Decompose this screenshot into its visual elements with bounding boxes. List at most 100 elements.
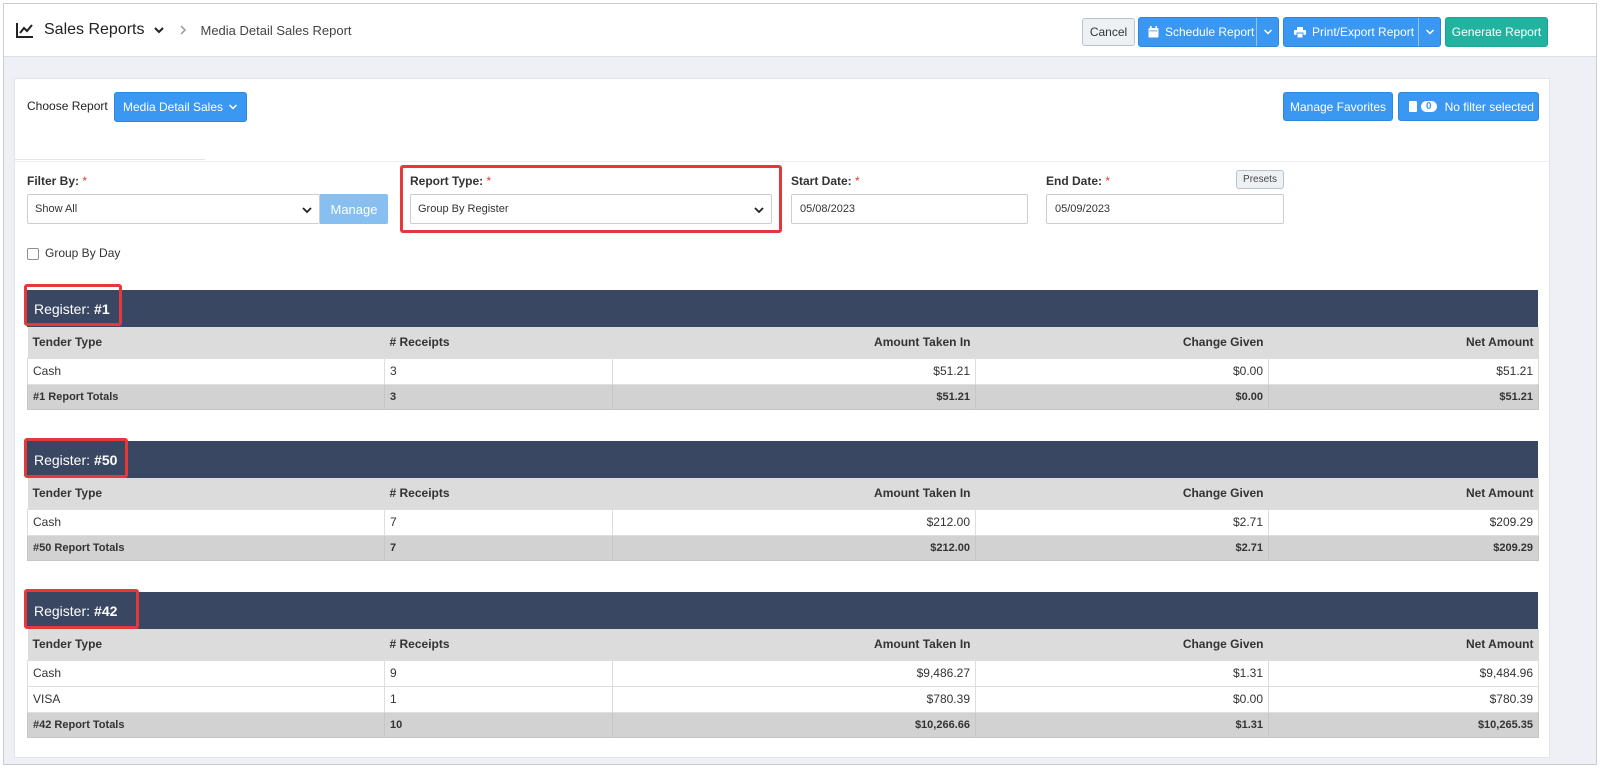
chevron-down-icon: [1425, 29, 1434, 35]
cell-change-given: $0.00: [975, 685, 1269, 713]
cell-receipts: 1: [384, 685, 613, 713]
chevron-down-icon[interactable]: [153, 24, 165, 36]
col-net-amount: Net Amount: [1268, 327, 1539, 358]
cell-totals-amount: $10,266.66: [612, 711, 976, 738]
start-date-value: 05/08/2023: [800, 203, 856, 215]
cell-tender-type: Cash: [27, 357, 385, 385]
register-section-1: Register: #1 Tender Type # Receipts Amou…: [24, 284, 1539, 410]
table-header-row: Tender Type # Receipts Amount Taken In C…: [27, 327, 1539, 358]
cell-change-given: $0.00: [975, 357, 1269, 385]
print-export-button[interactable]: Print/Export Report: [1283, 17, 1441, 47]
required-mark: *: [1105, 174, 1111, 188]
required-mark: *: [82, 174, 88, 188]
chevron-down-icon: [1263, 29, 1272, 35]
end-date-label-text: End Date:: [1046, 174, 1103, 188]
totals-row: #50 Report Totals 7 $212.00 $2.71 $209.2…: [27, 534, 1539, 561]
cell-totals-amount: $212.00: [612, 534, 976, 561]
cell-totals-receipts: 7: [384, 534, 613, 561]
choose-report-label: Choose Report: [27, 99, 108, 113]
filter-manage-button[interactable]: Manage: [320, 194, 388, 224]
table-row: VISA 1 $780.39 $0.00 $780.39: [27, 685, 1539, 713]
app-title: Sales Reports: [44, 21, 145, 38]
cell-amount-taken-in: $780.39: [612, 685, 976, 713]
register-50-highlight: [24, 438, 128, 478]
cancel-button-label: Cancel: [1089, 25, 1128, 39]
cell-totals-change: $2.71: [975, 534, 1269, 561]
table-header-row: Tender Type # Receipts Amount Taken In C…: [27, 478, 1539, 509]
register-1-highlight: [24, 284, 122, 326]
col-receipts: # Receipts: [384, 478, 613, 509]
tab-underline: [15, 159, 205, 160]
cell-amount-taken-in: $9,486.27: [612, 659, 976, 687]
register-section-42: Register: #42 Tender Type # Receipts Amo…: [24, 589, 1539, 738]
cell-totals-label: #1 Report Totals: [27, 383, 385, 410]
filter-by-label: Filter By: *: [27, 174, 87, 188]
report-type-highlight: [400, 165, 782, 233]
schedule-dropdown-toggle[interactable]: [1256, 18, 1278, 46]
table-header-row: Tender Type # Receipts Amount Taken In C…: [27, 629, 1539, 660]
col-net-amount: Net Amount: [1268, 478, 1539, 509]
col-change-given: Change Given: [975, 629, 1269, 660]
line-chart-icon: [16, 23, 33, 38]
report-card: Choose Report Media Detail Sales Manage …: [14, 78, 1550, 758]
register-header: Register: #1: [27, 290, 1538, 327]
cell-change-given: $2.71: [975, 508, 1269, 536]
cell-receipts: 9: [384, 659, 613, 687]
filter-by-label-text: Filter By:: [27, 174, 80, 188]
presets-label: Presets: [1243, 174, 1277, 185]
cell-net-amount: $209.29: [1268, 508, 1539, 536]
printer-icon: [1294, 26, 1306, 38]
manage-favorites-button[interactable]: Manage Favorites: [1283, 92, 1393, 121]
chevron-down-icon: [229, 104, 238, 110]
col-tender-type: Tender Type: [27, 629, 385, 660]
col-change-given: Change Given: [975, 478, 1269, 509]
app-title-group[interactable]: Sales Reports Media Detail Sales Report: [16, 21, 352, 39]
cell-totals-label: #42 Report Totals: [27, 711, 385, 738]
calendar-icon: [1148, 26, 1159, 38]
cell-receipts: 3: [384, 357, 613, 385]
schedule-report-button[interactable]: Schedule Report: [1138, 17, 1279, 47]
col-tender-type: Tender Type: [27, 478, 385, 509]
cell-amount-taken-in: $212.00: [612, 508, 976, 536]
cell-totals-net: $51.21: [1268, 383, 1539, 410]
presets-button[interactable]: Presets: [1236, 170, 1284, 189]
generate-report-button[interactable]: Generate Report: [1445, 17, 1548, 47]
cell-amount-taken-in: $51.21: [612, 357, 976, 385]
report-window: Sales Reports Media Detail Sales Report …: [3, 3, 1597, 765]
table-row: Cash 3 $51.21 $0.00 $51.21: [27, 357, 1539, 385]
filter-by-value: Show All: [35, 203, 78, 215]
filter-by-select[interactable]: Show All: [27, 194, 320, 224]
cell-totals-receipts: 3: [384, 383, 613, 410]
required-mark: *: [855, 174, 860, 188]
table-row: Cash 7 $212.00 $2.71 $209.29: [27, 508, 1539, 536]
register-header: Register: #50: [27, 441, 1538, 478]
register-header: Register: #42: [27, 592, 1538, 629]
schedule-report-label: Schedule Report: [1165, 25, 1255, 39]
register-table: Tender Type # Receipts Amount Taken In C…: [27, 629, 1539, 738]
print-export-label: Print/Export Report: [1312, 25, 1415, 39]
cell-change-given: $1.31: [975, 659, 1269, 687]
cell-tender-type: Cash: [27, 508, 385, 536]
chevron-right-icon: [179, 25, 186, 35]
filter-text: No filter selected: [1444, 99, 1534, 114]
end-date-input[interactable]: 05/09/2023: [1046, 194, 1284, 224]
cancel-button[interactable]: Cancel: [1082, 18, 1135, 46]
end-date-label: End Date: *: [1046, 174, 1110, 188]
cell-tender-type: Cash: [27, 659, 385, 687]
totals-row: #1 Report Totals 3 $51.21 $0.00 $51.21: [27, 383, 1539, 410]
cell-receipts: 7: [384, 508, 613, 536]
start-date-input[interactable]: 05/08/2023: [791, 194, 1028, 224]
filter-doc-icon: [1409, 101, 1417, 112]
cell-totals-receipts: 10: [384, 711, 613, 738]
section-divider: [15, 161, 1549, 162]
group-by-day-label[interactable]: Group By Day: [45, 246, 120, 260]
group-by-day-checkbox[interactable]: [27, 248, 39, 260]
print-export-dropdown-toggle[interactable]: [1418, 18, 1440, 46]
cell-tender-type: VISA: [27, 685, 385, 713]
breadcrumb: Media Detail Sales Report: [200, 22, 352, 38]
choose-report-dropdown[interactable]: Media Detail Sales: [114, 92, 247, 122]
filter-selection-button[interactable]: 0 No filter selected: [1398, 92, 1539, 121]
col-amount-taken-in: Amount Taken In: [612, 478, 976, 509]
cell-totals-change: $0.00: [975, 383, 1269, 410]
cell-net-amount: $780.39: [1268, 685, 1539, 713]
